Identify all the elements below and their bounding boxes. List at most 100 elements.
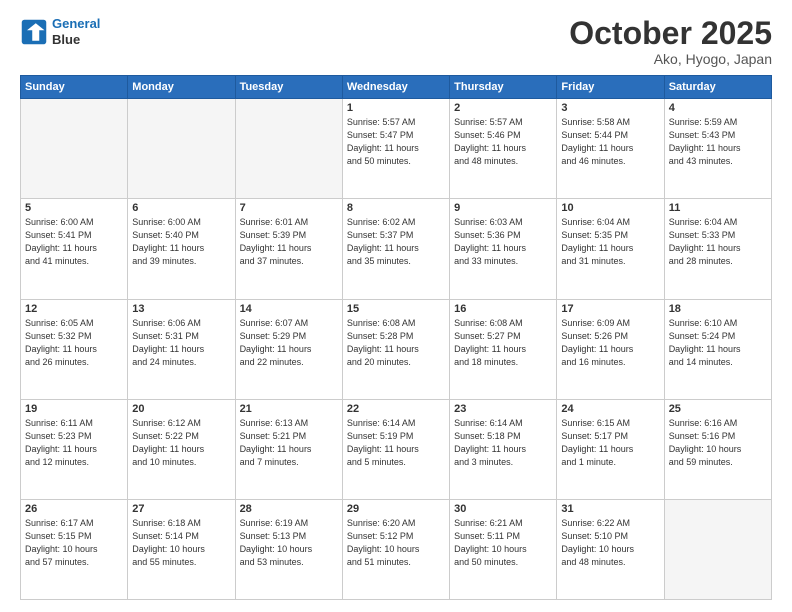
weekday-header-wednesday: Wednesday bbox=[342, 76, 449, 99]
day-number: 25 bbox=[669, 403, 767, 415]
weekday-header-monday: Monday bbox=[128, 76, 235, 99]
day-info: Sunrise: 6:14 AMSunset: 5:18 PMDaylight:… bbox=[454, 417, 552, 469]
day-info: Sunrise: 6:02 AMSunset: 5:37 PMDaylight:… bbox=[347, 216, 445, 268]
day-number: 2 bbox=[454, 102, 552, 114]
day-number: 11 bbox=[669, 202, 767, 214]
day-info: Sunrise: 6:07 AMSunset: 5:29 PMDaylight:… bbox=[240, 317, 338, 369]
day-info: Sunrise: 6:10 AMSunset: 5:24 PMDaylight:… bbox=[669, 317, 767, 369]
day-number: 20 bbox=[132, 403, 230, 415]
day-number: 18 bbox=[669, 303, 767, 315]
logo-text: General Blue bbox=[52, 16, 100, 47]
day-info: Sunrise: 6:08 AMSunset: 5:28 PMDaylight:… bbox=[347, 317, 445, 369]
day-info: Sunrise: 6:00 AMSunset: 5:40 PMDaylight:… bbox=[132, 216, 230, 268]
weekday-header-friday: Friday bbox=[557, 76, 664, 99]
day-number: 13 bbox=[132, 303, 230, 315]
logo-general: General bbox=[52, 16, 100, 31]
calendar-week-3: 19 Sunrise: 6:11 AMSunset: 5:23 PMDayligh… bbox=[21, 399, 772, 499]
day-number: 9 bbox=[454, 202, 552, 214]
day-number: 26 bbox=[25, 503, 123, 515]
calendar-cell bbox=[128, 99, 235, 199]
day-info: Sunrise: 6:17 AMSunset: 5:15 PMDaylight:… bbox=[25, 517, 123, 569]
day-info: Sunrise: 6:00 AMSunset: 5:41 PMDaylight:… bbox=[25, 216, 123, 268]
calendar-cell: 7Sunrise: 6:01 AMSunset: 5:39 PMDaylight… bbox=[235, 199, 342, 299]
day-info: Sunrise: 6:19 AMSunset: 5:13 PMDaylight:… bbox=[240, 517, 338, 569]
calendar-header-row: SundayMondayTuesdayWednesdayThursdayFrid… bbox=[21, 76, 772, 99]
calendar-cell: 5 Sunrise: 6:00 AMSunset: 5:41 PMDaylight… bbox=[21, 199, 128, 299]
calendar-cell: 17Sunrise: 6:09 AMSunset: 5:26 PMDayligh… bbox=[557, 299, 664, 399]
weekday-header-tuesday: Tuesday bbox=[235, 76, 342, 99]
day-number: 14 bbox=[240, 303, 338, 315]
calendar-cell: 30Sunrise: 6:21 AMSunset: 5:11 PMDayligh… bbox=[450, 499, 557, 599]
day-info: Sunrise: 6:09 AMSunset: 5:26 PMDaylight:… bbox=[561, 317, 659, 369]
calendar-cell: 12 Sunrise: 6:05 AMSunset: 5:32 PMDayligh… bbox=[21, 299, 128, 399]
weekday-header-saturday: Saturday bbox=[664, 76, 771, 99]
weekday-header-sunday: Sunday bbox=[21, 76, 128, 99]
calendar-cell: 10 Sunrise: 6:04 AMSunset: 5:35 PMDayligh… bbox=[557, 199, 664, 299]
calendar-cell: 8Sunrise: 6:02 AMSunset: 5:37 PMDaylight… bbox=[342, 199, 449, 299]
day-number: 28 bbox=[240, 503, 338, 515]
calendar-cell: 14 Sunrise: 6:07 AMSunset: 5:29 PMDayligh… bbox=[235, 299, 342, 399]
day-number: 5 bbox=[25, 202, 123, 214]
day-number: 15 bbox=[347, 303, 445, 315]
day-info: Sunrise: 5:57 AMSunset: 5:46 PMDaylight:… bbox=[454, 116, 552, 168]
day-info: Sunrise: 6:16 AMSunset: 5:16 PMDaylight:… bbox=[669, 417, 767, 469]
calendar-cell: 20Sunrise: 6:12 AMSunset: 5:22 PMDayligh… bbox=[128, 399, 235, 499]
day-info: Sunrise: 6:05 AMSunset: 5:32 PMDaylight:… bbox=[25, 317, 123, 369]
day-number: 16 bbox=[454, 303, 552, 315]
day-info: Sunrise: 6:15 AMSunset: 5:17 PMDaylight:… bbox=[561, 417, 659, 469]
location: Ako, Hyogo, Japan bbox=[569, 51, 772, 67]
day-info: Sunrise: 6:21 AMSunset: 5:11 PMDaylight:… bbox=[454, 517, 552, 569]
calendar-cell: 4 Sunrise: 5:59 AMSunset: 5:43 PMDaylight… bbox=[664, 99, 771, 199]
calendar-week-4: 26 Sunrise: 6:17 AMSunset: 5:15 PMDayligh… bbox=[21, 499, 772, 599]
calendar-cell: 22Sunrise: 6:14 AMSunset: 5:19 PMDayligh… bbox=[342, 399, 449, 499]
calendar-cell: 11Sunrise: 6:04 AMSunset: 5:33 PMDayligh… bbox=[664, 199, 771, 299]
day-info: Sunrise: 5:57 AMSunset: 5:47 PMDaylight:… bbox=[347, 116, 445, 168]
logo-blue: Blue bbox=[52, 32, 100, 48]
page: General Blue October 2025 Ako, Hyogo, Ja… bbox=[0, 0, 792, 612]
day-info: Sunrise: 6:13 AMSunset: 5:21 PMDaylight:… bbox=[240, 417, 338, 469]
day-number: 4 bbox=[669, 102, 767, 114]
day-info: Sunrise: 6:11 AMSunset: 5:23 PMDaylight:… bbox=[25, 417, 123, 469]
day-info: Sunrise: 5:58 AMSunset: 5:44 PMDaylight:… bbox=[561, 116, 659, 168]
calendar-cell: 25 Sunrise: 6:16 AMSunset: 5:16 PMDayligh… bbox=[664, 399, 771, 499]
day-info: Sunrise: 5:59 AMSunset: 5:43 PMDaylight:… bbox=[669, 116, 767, 168]
calendar-cell: 3Sunrise: 5:58 AMSunset: 5:44 PMDaylight… bbox=[557, 99, 664, 199]
calendar-cell: 18 Sunrise: 6:10 AMSunset: 5:24 PMDayligh… bbox=[664, 299, 771, 399]
day-number: 23 bbox=[454, 403, 552, 415]
day-info: Sunrise: 6:04 AMSunset: 5:35 PMDaylight:… bbox=[561, 216, 659, 268]
title-area: October 2025 Ako, Hyogo, Japan bbox=[569, 16, 772, 67]
month-title: October 2025 bbox=[569, 16, 772, 51]
day-number: 21 bbox=[240, 403, 338, 415]
day-info: Sunrise: 6:08 AMSunset: 5:27 PMDaylight:… bbox=[454, 317, 552, 369]
day-number: 19 bbox=[25, 403, 123, 415]
calendar-cell: 21 Sunrise: 6:13 AMSunset: 5:21 PMDayligh… bbox=[235, 399, 342, 499]
calendar-cell: 19 Sunrise: 6:11 AMSunset: 5:23 PMDayligh… bbox=[21, 399, 128, 499]
day-number: 12 bbox=[25, 303, 123, 315]
day-info: Sunrise: 6:20 AMSunset: 5:12 PMDaylight:… bbox=[347, 517, 445, 569]
calendar-cell: 6 Sunrise: 6:00 AMSunset: 5:40 PMDaylight… bbox=[128, 199, 235, 299]
calendar-cell: 24 Sunrise: 6:15 AMSunset: 5:17 PMDayligh… bbox=[557, 399, 664, 499]
calendar-cell: 31Sunrise: 6:22 AMSunset: 5:10 PMDayligh… bbox=[557, 499, 664, 599]
calendar-cell bbox=[235, 99, 342, 199]
calendar-cell: 28 Sunrise: 6:19 AMSunset: 5:13 PMDayligh… bbox=[235, 499, 342, 599]
weekday-header-thursday: Thursday bbox=[450, 76, 557, 99]
day-number: 6 bbox=[132, 202, 230, 214]
day-info: Sunrise: 6:03 AMSunset: 5:36 PMDaylight:… bbox=[454, 216, 552, 268]
day-info: Sunrise: 6:22 AMSunset: 5:10 PMDaylight:… bbox=[561, 517, 659, 569]
calendar-cell: 9 Sunrise: 6:03 AMSunset: 5:36 PMDaylight… bbox=[450, 199, 557, 299]
day-number: 29 bbox=[347, 503, 445, 515]
calendar-week-1: 5 Sunrise: 6:00 AMSunset: 5:41 PMDaylight… bbox=[21, 199, 772, 299]
calendar-cell: 27Sunrise: 6:18 AMSunset: 5:14 PMDayligh… bbox=[128, 499, 235, 599]
day-number: 10 bbox=[561, 202, 659, 214]
day-info: Sunrise: 6:06 AMSunset: 5:31 PMDaylight:… bbox=[132, 317, 230, 369]
logo-icon bbox=[20, 18, 48, 46]
calendar-cell: 26 Sunrise: 6:17 AMSunset: 5:15 PMDayligh… bbox=[21, 499, 128, 599]
logo: General Blue bbox=[20, 16, 100, 47]
calendar-cell bbox=[664, 499, 771, 599]
day-info: Sunrise: 6:01 AMSunset: 5:39 PMDaylight:… bbox=[240, 216, 338, 268]
header: General Blue October 2025 Ako, Hyogo, Ja… bbox=[20, 16, 772, 67]
day-number: 24 bbox=[561, 403, 659, 415]
calendar-cell: 2 Sunrise: 5:57 AMSunset: 5:46 PMDaylight… bbox=[450, 99, 557, 199]
calendar-cell: 29 Sunrise: 6:20 AMSunset: 5:12 PMDayligh… bbox=[342, 499, 449, 599]
calendar-cell: 15 Sunrise: 6:08 AMSunset: 5:28 PMDayligh… bbox=[342, 299, 449, 399]
